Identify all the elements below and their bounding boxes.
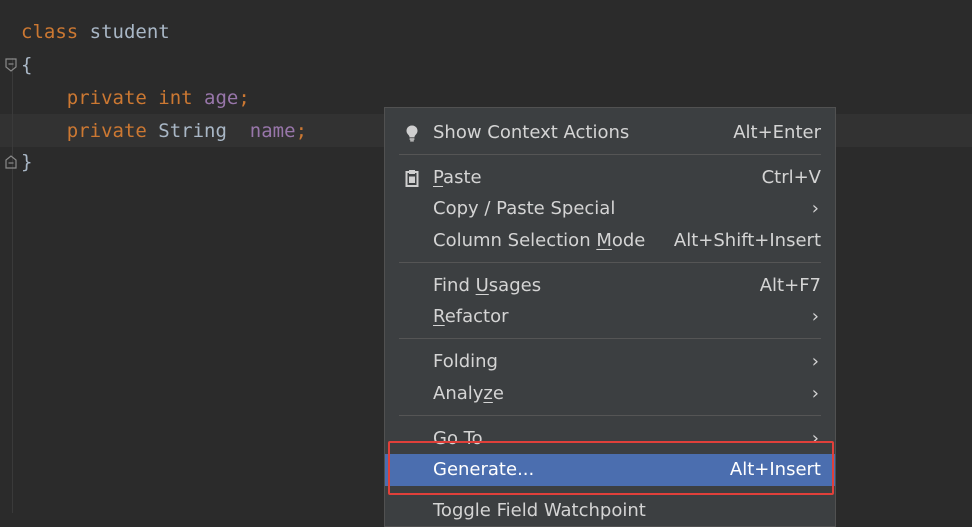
mnemonic: U [475, 275, 489, 296]
code-line[interactable]: { [21, 49, 32, 81]
menu-item-label: Copy / Paste Special [433, 198, 616, 219]
code-token: name [249, 120, 296, 142]
menu-item-analyze[interactable]: Analyze › [385, 378, 835, 410]
code-token: } [21, 151, 33, 173]
code-token: String [158, 120, 250, 142]
code-token: private [21, 120, 159, 142]
clipboard-icon [405, 170, 419, 187]
menu-separator [399, 415, 821, 416]
fold-close-icon[interactable] [5, 155, 17, 169]
menu-item-label: Find Usages [433, 275, 542, 296]
gutter-guide [12, 58, 13, 513]
mnemonic: P [433, 167, 444, 188]
menu-item-label: Paste [433, 167, 482, 188]
menu-item-find-usages[interactable]: Find Usages Alt+F7 [385, 270, 835, 302]
menu-item-refactor[interactable]: Refactor › [385, 301, 835, 333]
chevron-right-icon: › [811, 198, 819, 219]
code-token: class [21, 21, 90, 43]
annotation-highlight-box [388, 441, 834, 495]
code-line[interactable]: class student [21, 16, 170, 48]
menu-separator [399, 154, 821, 155]
menu-item-shortcut: Alt+Enter [733, 122, 821, 143]
lightbulb-icon [406, 125, 418, 142]
menu-item-column-selection-mode[interactable]: Column Selection Mode Alt+Shift+Insert [385, 225, 835, 257]
chevron-right-icon: › [811, 351, 819, 372]
menu-item-show-context-actions[interactable]: Show Context Actions Alt+Enter [385, 117, 835, 149]
code-line[interactable]: } [21, 146, 32, 178]
code-token: ; [295, 120, 308, 142]
mnemonic: M [596, 230, 612, 251]
code-token: { [21, 54, 33, 76]
menu-item-paste[interactable]: Paste Ctrl+V [385, 162, 835, 194]
menu-item-shortcut: Alt+Shift+Insert [673, 230, 821, 251]
mnemonic: R [433, 306, 445, 327]
menu-item-shortcut: Ctrl+V [761, 167, 821, 188]
menu-item-label: Folding [433, 351, 498, 372]
code-token: ; [238, 87, 250, 109]
menu-separator [399, 262, 821, 263]
code-token: int [158, 87, 205, 109]
mnemonic: z [483, 383, 493, 404]
code-line[interactable]: private String name; [21, 115, 307, 147]
fold-open-icon[interactable] [5, 58, 17, 72]
menu-item-label: Column Selection Mode [433, 230, 646, 251]
menu-item-label: Analyze [433, 383, 504, 404]
menu-item-label: Show Context Actions [433, 122, 630, 143]
menu-item-shortcut: Alt+F7 [759, 275, 821, 296]
menu-separator [399, 338, 821, 339]
chevron-right-icon: › [811, 306, 819, 327]
code-token: student [89, 21, 170, 43]
menu-item-copy-paste-special[interactable]: Copy / Paste Special › [385, 193, 835, 225]
menu-item-toggle-field-watchpoint[interactable]: Toggle Field Watchpoint [385, 495, 835, 527]
chevron-right-icon: › [811, 383, 819, 404]
code-token: age [204, 87, 239, 109]
code-token: private [21, 87, 159, 109]
menu-item-folding[interactable]: Folding › [385, 346, 835, 378]
menu-item-label: Refactor [433, 306, 509, 327]
code-line[interactable]: private int age; [21, 82, 250, 114]
menu-item-label: Toggle Field Watchpoint [433, 500, 646, 521]
